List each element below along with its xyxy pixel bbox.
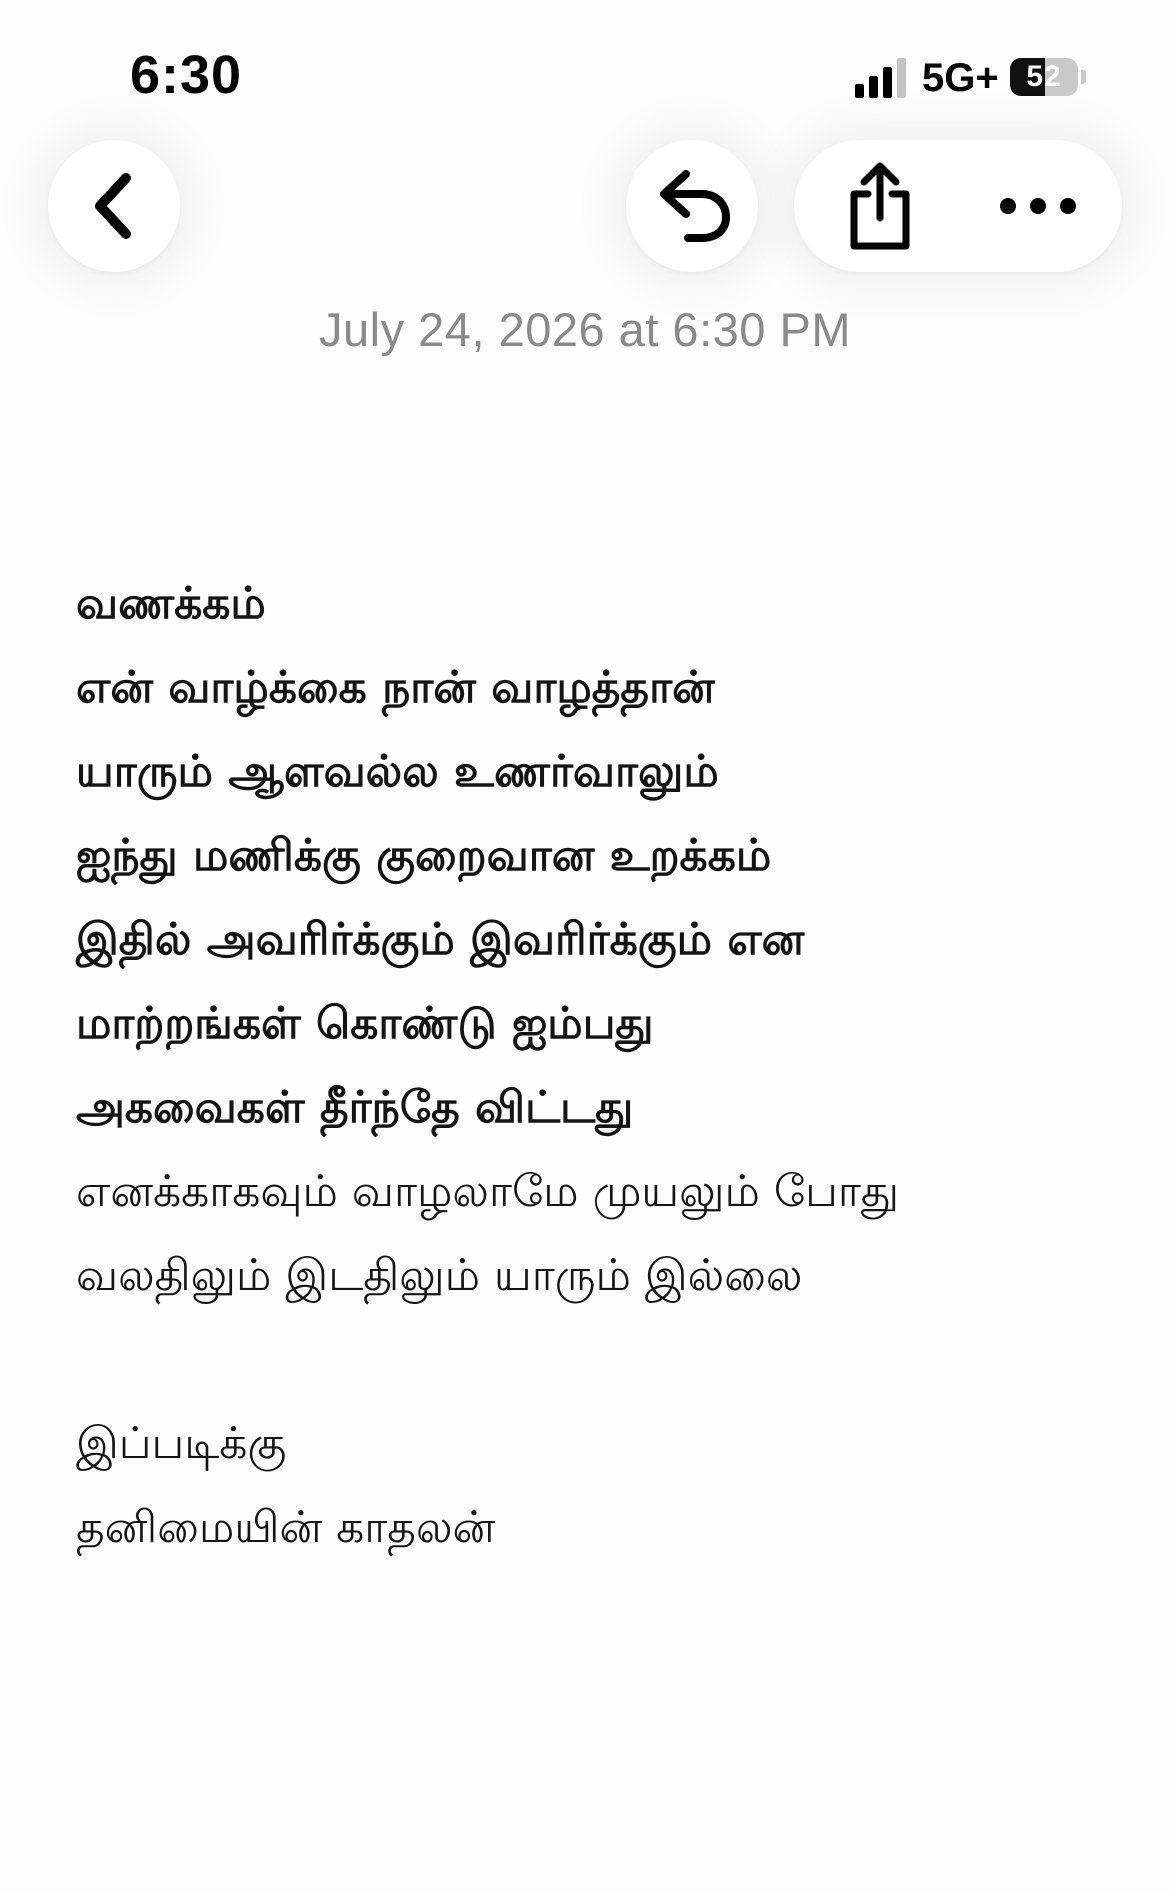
note-line: வணக்கம் [76, 578, 266, 629]
note-line: மாற்றங்கள் கொண்டு ஐம்பது [76, 998, 654, 1049]
note-line: இதில் அவரிர்க்கும் இவரிர்க்கும் என [76, 914, 805, 965]
note-line: என் வாழ்க்கை நான் வாழத்தான் [76, 662, 715, 713]
note-line: யாரும் ஆளவல்ல உணர்வாலும் [76, 746, 719, 797]
status-bar: 6:30 5G+ 52 [0, 0, 1170, 140]
note-body[interactable]: வணக்கம் என் வாழ்க்கை நான் வாழத்தான் யாரு… [76, 562, 1116, 1570]
battery-cap [1081, 70, 1086, 84]
share-icon [850, 162, 910, 250]
status-time: 6:30 [130, 45, 243, 105]
actions-pill [794, 140, 1122, 272]
chevron-left-icon [95, 173, 131, 239]
note-line: வலதிலும் இடதிலும் யாரும் இல்லை [76, 1250, 803, 1301]
note-line: அகவைகள் தீர்ந்தே விட்டது [76, 1082, 634, 1133]
note-date: July 24, 2026 at 6:30 PM [319, 303, 851, 356]
more-button[interactable] [972, 140, 1104, 272]
ellipsis-icon [1000, 198, 1076, 214]
network-label: 5G+ [922, 56, 999, 100]
battery-icon: 52 [1010, 58, 1078, 96]
note-line: எனக்காகவும் வாழலாமே முயலும் போது [76, 1166, 900, 1217]
undo-arrow-icon [660, 170, 730, 242]
battery-level: 52 [1026, 60, 1062, 93]
share-button[interactable] [814, 140, 946, 272]
undo-button[interactable] [626, 140, 758, 272]
note-line: இப்படிக்கு [76, 1418, 287, 1469]
note-line: ஐந்து மணிக்கு குறைவான உறக்கம் [76, 830, 772, 881]
back-button[interactable] [48, 140, 180, 272]
signal-bars-icon [855, 58, 906, 98]
note-line: தனிமையின் காதலன் [76, 1502, 496, 1553]
